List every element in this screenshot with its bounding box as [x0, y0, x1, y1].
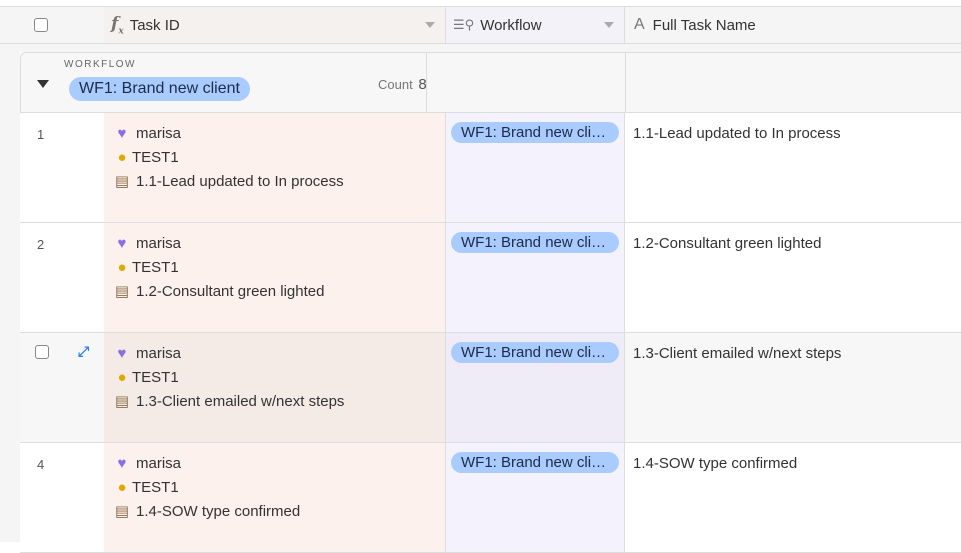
task-id-cell[interactable]: ♥ marisa ● TEST1 ▤ 1.2-Consultant green lig… [104, 223, 446, 332]
group-count: Count 8 [378, 76, 427, 93]
row-checkbox[interactable] [35, 345, 49, 359]
task-text: 1.2-Consultant green lighted [136, 283, 325, 300]
clipboard-icon: ▤ [114, 503, 130, 520]
table-row[interactable]: 2 ♥ marisa ● TEST1 ▤ 1.2-Consultant green l… [20, 223, 961, 333]
purple-heart-icon: ♥ [117, 235, 127, 252]
task-text: 1.4-SOW type confirmed [136, 503, 301, 520]
workflow-cell[interactable]: WF1: Brand new client [446, 333, 625, 442]
person-text: marisa [136, 125, 182, 142]
workflow-pill: WF1: Brand new client [451, 232, 619, 253]
task-id-cell[interactable]: ♥ marisa ● TEST1 ▤ 1.3-Client emailed w/nex… [104, 333, 446, 442]
select-all-checkbox[interactable] [34, 18, 48, 32]
money-bag-icon: ● [117, 149, 127, 166]
task-text: 1.3-Client emailed w/next steps [136, 393, 345, 410]
formula-icon: fx [111, 13, 124, 37]
client-text: TEST1 [132, 149, 179, 166]
expand-record-icon[interactable]: ⤢ [78, 343, 89, 360]
group-gap [20, 44, 961, 52]
client-text: TEST1 [132, 259, 179, 276]
money-bag-icon: ● [117, 259, 127, 276]
task-id-cell[interactable]: ♥ marisa ● TEST1 ▤ 1.4-SOW type confirmed [104, 443, 446, 552]
full-task-name-cell[interactable]: 1.1-Lead updated to In process [633, 125, 841, 142]
clipboard-icon: ▤ [114, 393, 130, 410]
table-row[interactable]: ⤢ ♥ marisa ● TEST1 ▤ 1.3-Client emailed w/n… [20, 333, 961, 443]
workflow-pill: WF1: Brand new client [451, 122, 619, 143]
clipboard-icon: ▤ [114, 283, 130, 300]
chevron-down-icon[interactable] [604, 22, 614, 28]
column-header-row: fx Task ID ☰⚲ Workflow A Full Task Name [0, 6, 961, 44]
person-text: marisa [136, 235, 182, 252]
workflow-cell[interactable]: WF1: Brand new client [446, 223, 625, 332]
row-number: 4 [37, 457, 45, 472]
table-row[interactable]: 4 ♥ marisa ● TEST1 ▤ 1.4-SOW type confirmed… [20, 443, 961, 553]
money-bag-icon: ● [117, 479, 127, 496]
count-value: 8 [418, 76, 427, 93]
client-text: TEST1 [132, 479, 179, 496]
clipboard-icon: ▤ [114, 173, 130, 190]
select-all-cell [0, 7, 104, 43]
column-header-task-id[interactable]: fx Task ID [104, 7, 446, 43]
column-label: Task ID [129, 16, 180, 34]
workflow-cell[interactable]: WF1: Brand new client [446, 113, 625, 222]
purple-heart-icon: ♥ [117, 125, 127, 142]
purple-heart-icon: ♥ [117, 345, 127, 362]
task-id-cell[interactable]: ♥ marisa ● TEST1 ▤ 1.1-Lead updated to In p… [104, 113, 446, 222]
left-gutter [0, 44, 20, 542]
person-text: marisa [136, 455, 182, 472]
row-number: 2 [37, 237, 45, 252]
lookup-icon: ☰⚲ [453, 17, 475, 32]
workflow-pill: WF1: Brand new client [451, 452, 619, 473]
task-text: 1.1-Lead updated to In process [136, 173, 344, 190]
purple-heart-icon: ♥ [117, 455, 127, 472]
column-header-workflow[interactable]: ☰⚲ Workflow [446, 7, 625, 43]
count-label: Count [378, 77, 413, 92]
column-header-full-task-name[interactable]: A Full Task Name [625, 7, 961, 43]
person-text: marisa [136, 345, 182, 362]
column-label: Workflow [480, 16, 542, 34]
client-text: TEST1 [132, 369, 179, 386]
table-row[interactable]: 1 ♥ marisa ● TEST1 ▤ 1.1-Lead updated to In… [20, 113, 961, 223]
column-label: Full Task Name [652, 16, 756, 34]
text-field-icon: A [634, 16, 645, 33]
workflow-pill: WF1: Brand new client [451, 342, 619, 363]
workflow-cell[interactable]: WF1: Brand new client [446, 443, 625, 552]
collapse-triangle-icon[interactable] [37, 80, 49, 88]
chevron-down-icon[interactable] [425, 22, 435, 28]
money-bag-icon: ● [117, 369, 127, 386]
full-task-name-cell[interactable]: 1.4-SOW type confirmed [633, 455, 797, 472]
group-field-label: WORKFLOW [64, 59, 136, 70]
group-value-pill: WF1: Brand new client [69, 77, 250, 101]
full-task-name-cell[interactable]: 1.2-Consultant green lighted [633, 235, 821, 252]
group-header[interactable]: WORKFLOW WF1: Brand new client Count 8 [20, 52, 961, 113]
full-task-name-cell[interactable]: 1.3-Client emailed w/next steps [633, 345, 841, 362]
row-number: 1 [37, 127, 45, 142]
